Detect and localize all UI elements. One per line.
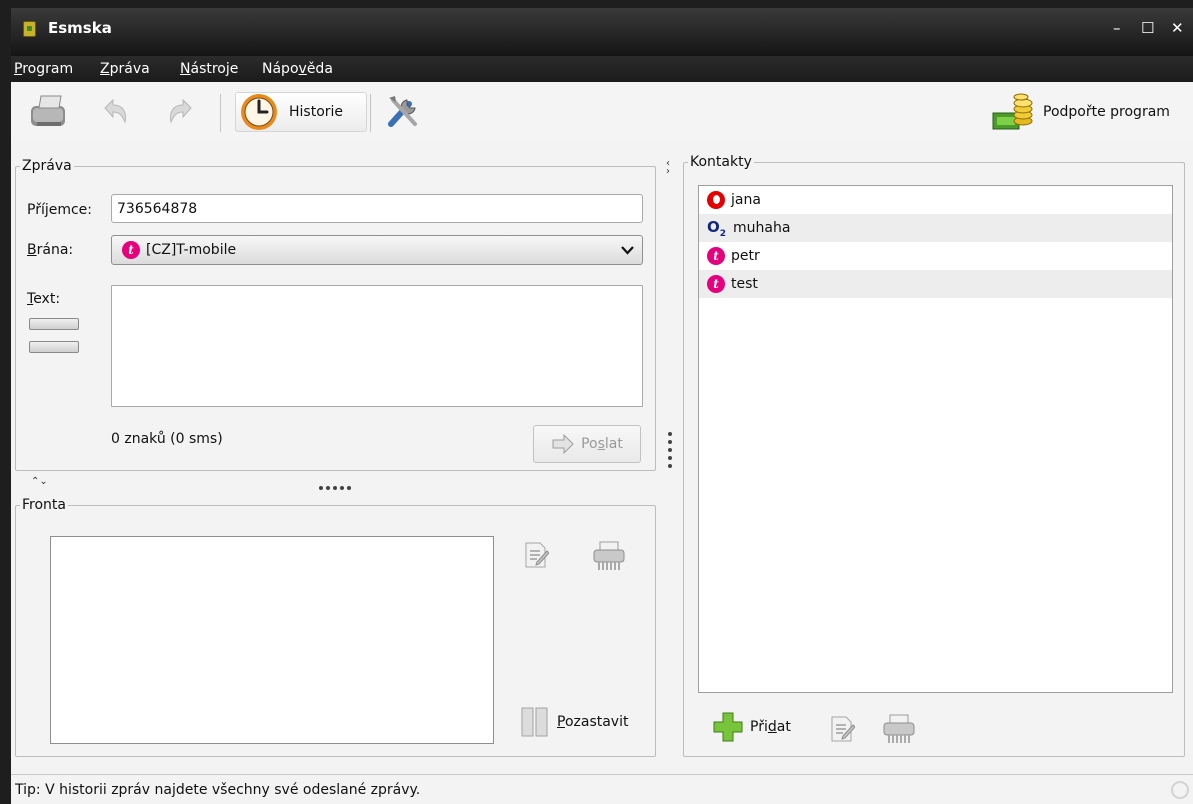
history-label: Historie (289, 104, 344, 120)
clock-icon (241, 94, 277, 130)
money-icon (992, 93, 1033, 130)
text-tool-button[interactable] (29, 341, 79, 353)
contact-edit-button[interactable] (829, 715, 856, 747)
compose-button[interactable] (27, 92, 71, 132)
contact-name: muhaha (733, 220, 791, 236)
contact-item[interactable]: jana (699, 186, 1172, 214)
contacts-panel: Kontakty jana O2 muhaha t petr t test Př… (683, 154, 1185, 757)
text-area[interactable] (111, 285, 643, 407)
toolbar-separator (220, 94, 221, 132)
edit-icon (525, 542, 550, 568)
vodafone-icon (707, 191, 725, 209)
contact-item[interactable]: t test (699, 270, 1172, 298)
text-tool-button[interactable] (29, 318, 79, 330)
toolbar-separator (370, 94, 371, 132)
send-label: Poslat (581, 436, 623, 452)
gateway-select[interactable]: t [CZ]T-mobile (111, 235, 643, 265)
menu-program[interactable]: Program (14, 61, 73, 77)
main-window: Esmska – ☐ ✕ Program Zpráva Nástroje Náp… (11, 8, 1193, 804)
queue-legend: Fronta (20, 497, 68, 513)
history-button[interactable]: Historie (235, 92, 367, 132)
menu-zprava[interactable]: Zpráva (100, 61, 150, 77)
tools-icon (388, 96, 417, 127)
recipient-label: Příjemce: (27, 202, 93, 218)
menu-napoveda[interactable]: Nápověda (262, 61, 333, 77)
horizontal-splitter-handle[interactable] (319, 486, 351, 490)
menu-bar: Program Zpráva Nástroje Nápověda (11, 56, 1193, 82)
printer-icon (31, 95, 65, 126)
send-button[interactable]: Poslat (533, 425, 641, 463)
contact-name: petr (731, 248, 760, 264)
horizontal-collapse-arrows[interactable]: ‹ › (666, 159, 670, 177)
contact-item[interactable]: O2 muhaha (699, 214, 1172, 242)
activity-indicator-icon (1171, 781, 1189, 799)
undo-button[interactable] (93, 92, 137, 132)
message-legend: Zpráva (20, 158, 74, 174)
support-button[interactable]: Podpořte program (991, 90, 1186, 134)
gateway-value: [CZ]T-mobile (146, 242, 237, 258)
close-button[interactable]: ✕ (1171, 21, 1184, 36)
t-mobile-icon: t (707, 247, 725, 265)
chevron-down-icon (621, 246, 634, 255)
queue-delete-button[interactable] (592, 540, 626, 576)
status-bar: Tip: V historii zpráv najdete všechny sv… (11, 774, 1193, 804)
undo-icon (104, 98, 126, 124)
redo-icon (170, 98, 192, 124)
t-mobile-icon: t (707, 275, 725, 293)
edit-icon (831, 716, 856, 742)
tools-button[interactable] (381, 92, 425, 132)
pause-icon (521, 707, 548, 737)
text-label: Text: (27, 291, 61, 307)
menu-nastroje[interactable]: Nástroje (180, 61, 238, 77)
shredder-icon (883, 714, 915, 743)
app-icon (23, 21, 36, 37)
t-mobile-icon: t (122, 241, 140, 259)
contact-item[interactable]: t petr (699, 242, 1172, 270)
vertical-collapse-arrows[interactable]: ⌃⌄ (31, 476, 48, 487)
queue-panel: Fronta Pozastavit (15, 497, 656, 757)
o2-icon: O2 (707, 217, 727, 239)
minimize-button[interactable]: – (1113, 21, 1121, 36)
add-contact-button[interactable]: Přidat (712, 710, 791, 744)
toolbar: Historie Podpořte program (11, 82, 1193, 140)
char-counter: 0 znaků (0 sms) (111, 431, 223, 447)
gateway-label: Brána: (27, 242, 74, 258)
queue-list[interactable] (50, 536, 494, 744)
contact-name: test (731, 276, 758, 292)
vertical-splitter-handle[interactable] (668, 432, 672, 472)
contact-list[interactable]: jana O2 muhaha t petr t test (698, 185, 1173, 693)
shredder-icon (593, 541, 625, 570)
contact-name: jana (731, 192, 761, 208)
support-label: Podpořte program (1043, 104, 1170, 120)
window-title: Esmska (48, 19, 112, 37)
queue-edit-button[interactable] (523, 541, 550, 573)
message-panel: Zpráva Příjemce: 736564878 Brána: t [CZ]… (15, 158, 656, 471)
pause-label: Pozastavit (557, 714, 629, 730)
send-arrow-icon (552, 434, 574, 454)
contacts-legend: Kontakty (688, 154, 754, 170)
redo-button[interactable] (159, 92, 203, 132)
contact-delete-button[interactable] (882, 713, 916, 749)
status-tip: Tip: V historii zpráv najdete všechny sv… (15, 782, 421, 798)
maximize-button[interactable]: ☐ (1141, 21, 1154, 36)
plus-icon (713, 712, 743, 742)
title-bar: Esmska – ☐ ✕ (11, 8, 1193, 56)
add-contact-label: Přidat (750, 719, 791, 735)
recipient-input[interactable]: 736564878 (111, 194, 643, 223)
pause-button[interactable]: Pozastavit (521, 706, 628, 738)
